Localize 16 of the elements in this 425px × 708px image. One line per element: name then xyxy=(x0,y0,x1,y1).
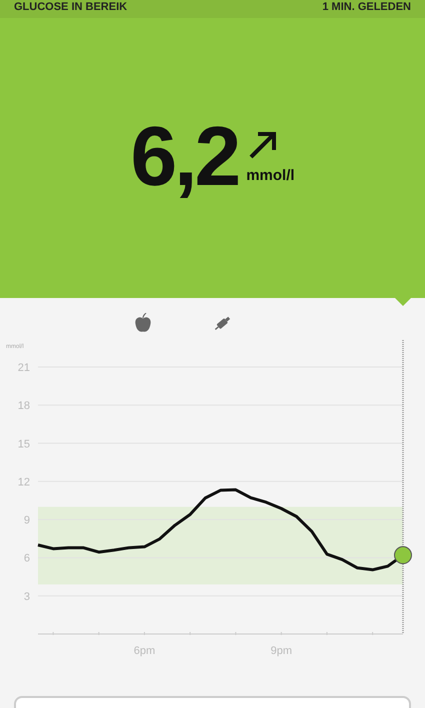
x-tick-label: 9pm xyxy=(270,645,292,657)
y-tick-label: 9 xyxy=(24,514,30,527)
y-tick-label: 12 xyxy=(18,476,30,488)
x-tick-label: 6pm xyxy=(134,645,156,657)
unit-label: mmol/l xyxy=(246,168,295,183)
glucose-value: 6,2 xyxy=(130,114,238,198)
current-reading-dot xyxy=(394,546,412,564)
status-text: GLUCOSE IN BEREIK xyxy=(14,2,128,13)
y-tick-label: 3 xyxy=(24,590,30,603)
syringe-icon xyxy=(213,314,233,332)
y-tick-label: 18 xyxy=(18,400,30,412)
apple-icon xyxy=(135,313,151,333)
y-tick-label: 15 xyxy=(18,438,30,450)
updated-time: 1 MIN. GELEDEN xyxy=(322,2,411,13)
y-tick-label: 6 xyxy=(24,552,30,565)
y-tick-label: 21 xyxy=(18,362,30,374)
